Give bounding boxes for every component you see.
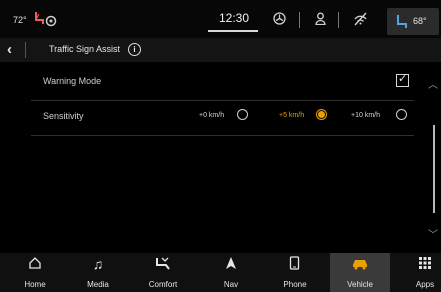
warning-mode-label: Warning Mode bbox=[43, 76, 102, 86]
passenger-seat-button[interactable]: 68° bbox=[387, 8, 439, 35]
nav-item-comfort[interactable]: Comfort bbox=[133, 253, 193, 292]
clock: 12:30 bbox=[218, 11, 250, 25]
navigation-arrow-icon bbox=[201, 256, 261, 273]
scroll-up-icon[interactable]: ︿ bbox=[428, 76, 438, 91]
row-divider bbox=[31, 135, 414, 136]
nav-label: Vehicle bbox=[347, 280, 373, 289]
vehicle-icon bbox=[330, 256, 390, 273]
no-wifi-icon[interactable] bbox=[353, 12, 368, 31]
sensitivity-label: Sensitivity bbox=[43, 111, 84, 121]
driver-temp[interactable]: 72° bbox=[13, 15, 27, 25]
nav-label: Phone bbox=[283, 280, 307, 289]
bottom-nav: Home ♫ Media Comfort Nav Phone Vehicle A… bbox=[0, 253, 441, 292]
phone-icon bbox=[265, 256, 325, 273]
user-profile-icon[interactable] bbox=[315, 12, 326, 30]
climate-fan-icon[interactable] bbox=[273, 12, 286, 30]
scrollbar[interactable] bbox=[433, 125, 435, 213]
heated-seat-icon[interactable] bbox=[33, 11, 45, 31]
page-title: Traffic Sign Assist bbox=[49, 44, 121, 54]
warning-mode-checkbox[interactable]: ✓ bbox=[396, 73, 409, 87]
music-note-icon: ♫ bbox=[92, 256, 104, 272]
divider bbox=[338, 12, 339, 28]
heated-steering-icon[interactable] bbox=[45, 14, 57, 32]
clock-underline bbox=[208, 30, 258, 32]
nav-label: Apps bbox=[415, 280, 435, 289]
home-icon bbox=[5, 256, 65, 273]
sensitivity-option-2-radio[interactable] bbox=[396, 109, 407, 120]
nav-item-apps[interactable]: Apps bbox=[395, 253, 441, 292]
sensitivity-option-1-label[interactable]: +5 km/h bbox=[279, 112, 304, 119]
status-bar: 72° 12:30 68° bbox=[0, 0, 441, 38]
warning-mode-row[interactable]: Warning Mode ✓ bbox=[31, 66, 414, 100]
infotainment-screen: 72° 12:30 68° ‹ Traffic Sign Assist i Wa… bbox=[0, 0, 441, 292]
info-icon[interactable]: i bbox=[128, 43, 141, 56]
sensitivity-option-1-radio[interactable] bbox=[316, 109, 327, 120]
sensitivity-row: Sensitivity +0 km/h +5 km/h +10 km/h bbox=[31, 101, 414, 135]
nav-label: Media bbox=[87, 280, 109, 289]
nav-item-home[interactable]: Home bbox=[5, 253, 65, 292]
sensitivity-option-2-label[interactable]: +10 km/h bbox=[351, 112, 380, 119]
sensitivity-option-0-radio[interactable] bbox=[237, 109, 248, 120]
nav-item-media[interactable]: ♫ Media bbox=[68, 253, 128, 292]
nav-label: Home bbox=[24, 280, 46, 289]
nav-item-vehicle[interactable]: Vehicle bbox=[330, 253, 390, 292]
divider bbox=[299, 12, 300, 28]
passenger-temp: 68° bbox=[413, 16, 427, 26]
comfort-icon bbox=[133, 256, 193, 273]
scroll-down-icon[interactable]: ﹀ bbox=[428, 226, 438, 241]
sensitivity-option-0-label[interactable]: +0 km/h bbox=[199, 112, 224, 119]
checkmark-icon: ✓ bbox=[398, 73, 408, 85]
nav-item-nav[interactable]: Nav bbox=[201, 253, 261, 292]
header-divider bbox=[25, 42, 26, 58]
nav-label: Comfort bbox=[148, 280, 178, 289]
nav-label: Nav bbox=[223, 280, 239, 289]
back-icon[interactable]: ‹ bbox=[7, 41, 12, 58]
apps-grid-icon bbox=[395, 256, 441, 272]
nav-item-phone[interactable]: Phone bbox=[265, 253, 325, 292]
seat-recline-icon bbox=[395, 14, 408, 34]
page-header: ‹ Traffic Sign Assist i bbox=[0, 38, 441, 62]
